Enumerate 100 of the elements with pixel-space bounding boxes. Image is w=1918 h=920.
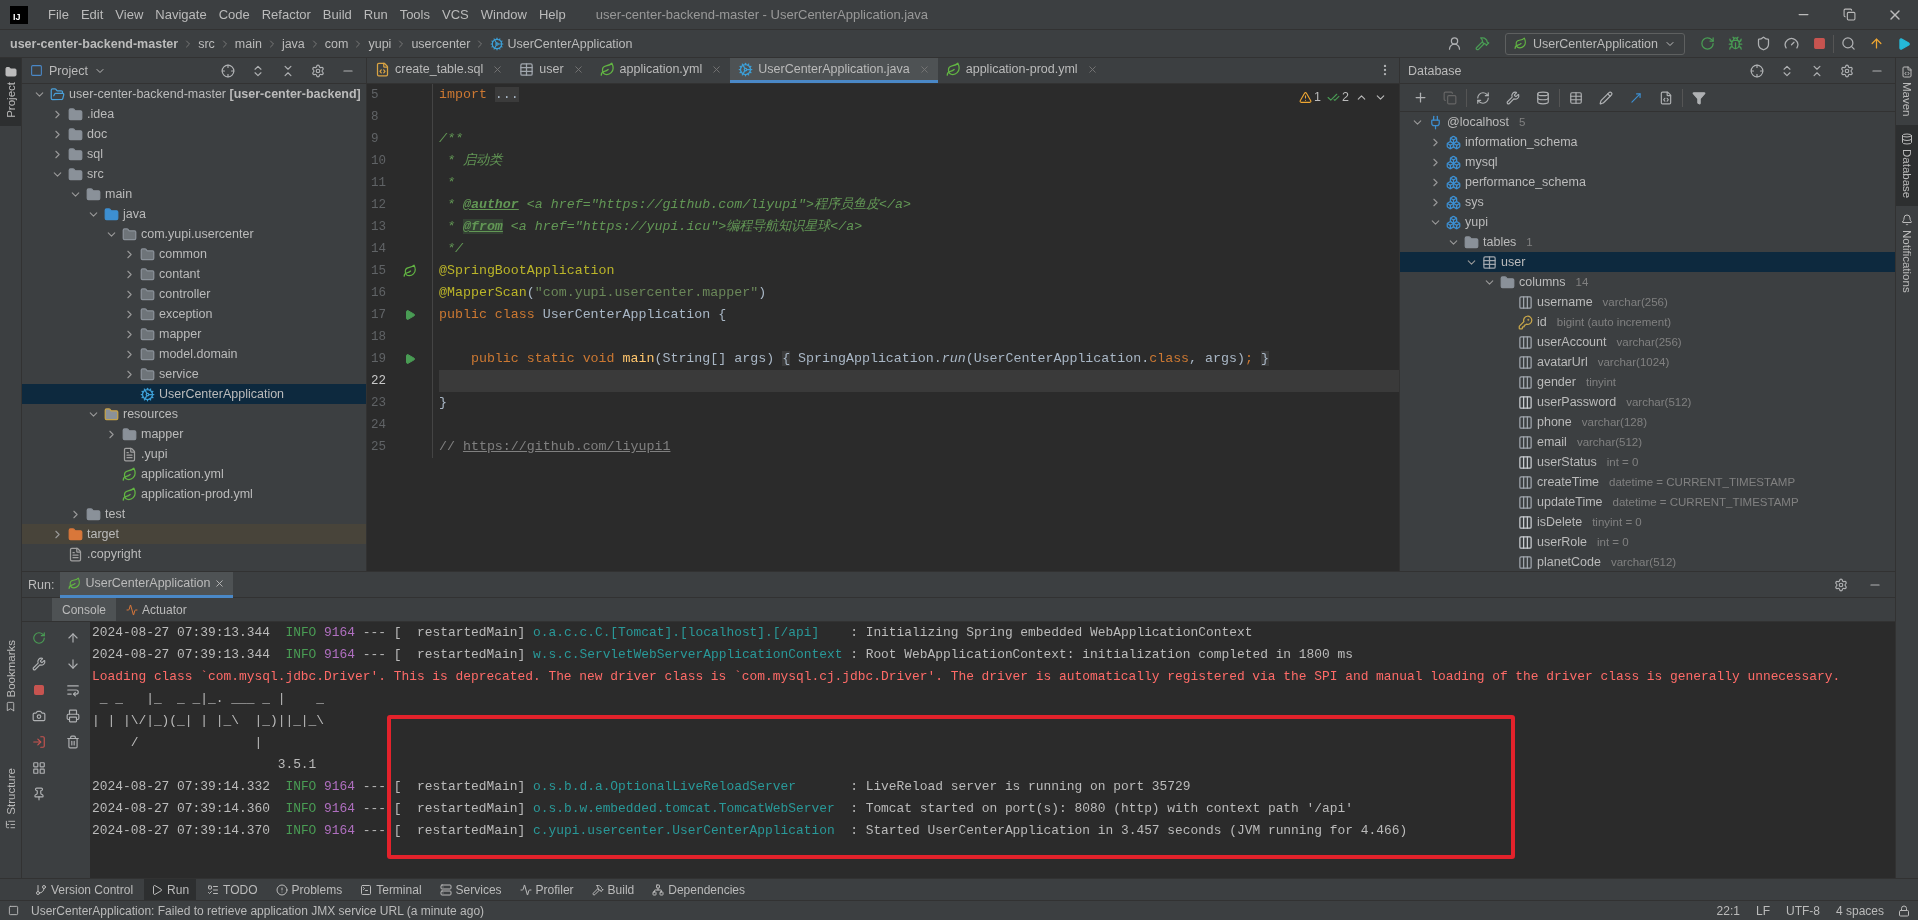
menu-item[interactable]: Help — [532, 7, 572, 22]
restore-icon[interactable] — [1842, 8, 1856, 21]
tree-item[interactable]: id bigint (auto increment) — [1400, 312, 1895, 332]
breadcrumb-item[interactable]: main — [234, 36, 262, 51]
editor-tab[interactable]: application-prod.yml — [937, 58, 1106, 83]
menu-item[interactable]: Refactor — [255, 7, 317, 22]
breadcrumb-item[interactable]: src — [198, 36, 215, 51]
editor-tab[interactable]: UserCenterApplication.java — [730, 58, 938, 83]
breadcrumb-item[interactable]: java — [281, 36, 305, 51]
tree-item[interactable]: user — [1400, 252, 1895, 272]
tree-item[interactable]: columns 14 — [1400, 272, 1895, 292]
tree-item[interactable]: email varchar(512) — [1400, 432, 1895, 452]
tree-item[interactable]: @localhost 5 — [1400, 112, 1895, 132]
rerun-icon[interactable] — [32, 631, 46, 645]
tree-item[interactable]: userPassword varchar(512) — [1400, 392, 1895, 412]
tree-item[interactable]: createTime datetime = CURRENT_TIMESTAMP — [1400, 472, 1895, 492]
tree-item[interactable]: src — [22, 164, 366, 184]
tree-item[interactable]: performance_schema — [1400, 172, 1895, 192]
status-item[interactable]: 4 spaces — [1833, 903, 1886, 918]
breadcrumb-item[interactable]: usercenter — [411, 36, 471, 51]
tree-item[interactable]: contant — [22, 264, 366, 284]
menu-item[interactable]: Navigate — [149, 7, 213, 22]
breadcrumb-item[interactable]: UserCenterApplication — [490, 36, 633, 51]
tree-item[interactable]: exception — [22, 304, 366, 324]
tool-window-tab[interactable]: Structure — [0, 760, 21, 838]
print-icon[interactable] — [66, 709, 80, 723]
tree-item[interactable]: user-center-backend-master [user-center-backend] — [22, 84, 366, 104]
tree-item[interactable]: doc — [22, 124, 366, 144]
gauge-icon[interactable] — [1783, 36, 1799, 51]
locate-icon[interactable] — [221, 63, 235, 78]
warning-count[interactable]: 1 — [1299, 90, 1322, 104]
menu-item[interactable]: Window — [474, 7, 533, 22]
breadcrumb-item[interactable]: com — [324, 36, 349, 51]
tool-window-tab[interactable]: Maven — [1896, 58, 1918, 125]
soft-wrap-icon[interactable] — [66, 683, 80, 697]
leaf-icon[interactable] — [403, 264, 417, 278]
run-tab[interactable]: UserCenterApplication — [60, 571, 234, 598]
status-item[interactable]: UTF-8 — [1783, 903, 1822, 918]
tree-item[interactable]: sql — [22, 144, 366, 164]
tree-item[interactable]: phone varchar(128) — [1400, 412, 1895, 432]
settings-icon[interactable] — [311, 63, 325, 78]
tool-window-button[interactable]: Version Control — [28, 878, 141, 901]
tree-item[interactable]: updateTime datetime = CURRENT_TIMESTAMP — [1400, 492, 1895, 512]
collapse-all-icon[interactable] — [281, 63, 295, 78]
tree-item[interactable]: userStatus int = 0 — [1400, 452, 1895, 472]
bug-icon[interactable] — [1727, 36, 1743, 51]
tree-item[interactable]: .yupi — [22, 444, 366, 464]
tool-window-button[interactable]: Services — [432, 878, 509, 901]
tree-item[interactable]: .idea — [22, 104, 366, 124]
tool-window-button[interactable]: Dependencies — [645, 878, 752, 901]
tree-item[interactable]: com.yupi.usercenter — [22, 224, 366, 244]
exit-icon[interactable] — [32, 735, 46, 749]
tree-item[interactable]: mapper — [22, 424, 366, 444]
tree-item[interactable]: avatarUrl varchar(1024) — [1400, 352, 1895, 372]
menu-item[interactable]: VCS — [436, 7, 475, 22]
camera-icon[interactable] — [32, 709, 46, 723]
breadcrumb-item[interactable]: user-center-backend-master — [10, 36, 179, 51]
tree-item[interactable]: information_schema — [1400, 132, 1895, 152]
tree-item[interactable]: userRole int = 0 — [1400, 532, 1895, 552]
edit-icon[interactable] — [1599, 90, 1613, 105]
settings-icon[interactable] — [1834, 577, 1848, 592]
menu-item[interactable]: Build — [316, 7, 358, 22]
console-tab[interactable]: Console — [52, 598, 117, 621]
tree-item[interactable]: isDelete tinyint = 0 — [1400, 512, 1895, 532]
tree-item[interactable]: service — [22, 364, 366, 384]
shield-icon[interactable] — [1755, 36, 1771, 51]
tree-item[interactable]: main — [22, 184, 366, 204]
tool-window-button[interactable]: Profiler — [512, 878, 581, 901]
status-item[interactable]: 22:1 — [1714, 903, 1742, 918]
settings-icon[interactable] — [1840, 63, 1854, 78]
user-icon[interactable] — [1447, 36, 1463, 51]
run-icon[interactable] — [404, 353, 416, 365]
lock-icon[interactable] — [1898, 904, 1910, 917]
wrench-icon[interactable] — [32, 657, 46, 671]
run-icon[interactable] — [404, 309, 416, 321]
collapse-all-icon[interactable] — [1810, 63, 1824, 78]
tree-item[interactable]: userAccount varchar(256) — [1400, 332, 1895, 352]
tree-item[interactable]: sys — [1400, 192, 1895, 212]
wrench-icon[interactable] — [1506, 90, 1520, 105]
tool-window-tab[interactable]: Bookmarks — [0, 631, 21, 721]
tree-item[interactable]: resources — [22, 404, 366, 424]
menu-item[interactable]: File — [42, 7, 75, 22]
tree-item[interactable]: UserCenterApplication — [22, 384, 366, 404]
menu-item[interactable]: Edit — [74, 7, 110, 22]
tool-window-tab[interactable]: Project — [0, 58, 21, 126]
editor-tab[interactable]: user — [511, 58, 592, 83]
close-icon[interactable] — [214, 577, 226, 589]
tree-item[interactable]: java — [22, 204, 366, 224]
tree-item[interactable]: model.domain — [22, 344, 366, 364]
update-icon[interactable] — [1868, 36, 1884, 51]
locate-icon[interactable] — [1750, 63, 1764, 78]
filter-icon[interactable] — [1692, 90, 1706, 105]
status-item[interactable]: LF — [1753, 903, 1772, 918]
tree-item[interactable]: yupi — [1400, 212, 1895, 232]
tool-window-button[interactable]: Build — [584, 878, 642, 901]
tool-window-button[interactable]: TODO — [200, 878, 265, 901]
down-icon[interactable] — [66, 657, 80, 671]
stop-icon[interactable] — [1812, 37, 1826, 50]
tree-item[interactable]: application.yml — [22, 464, 366, 484]
add-icon[interactable] — [1412, 90, 1428, 105]
